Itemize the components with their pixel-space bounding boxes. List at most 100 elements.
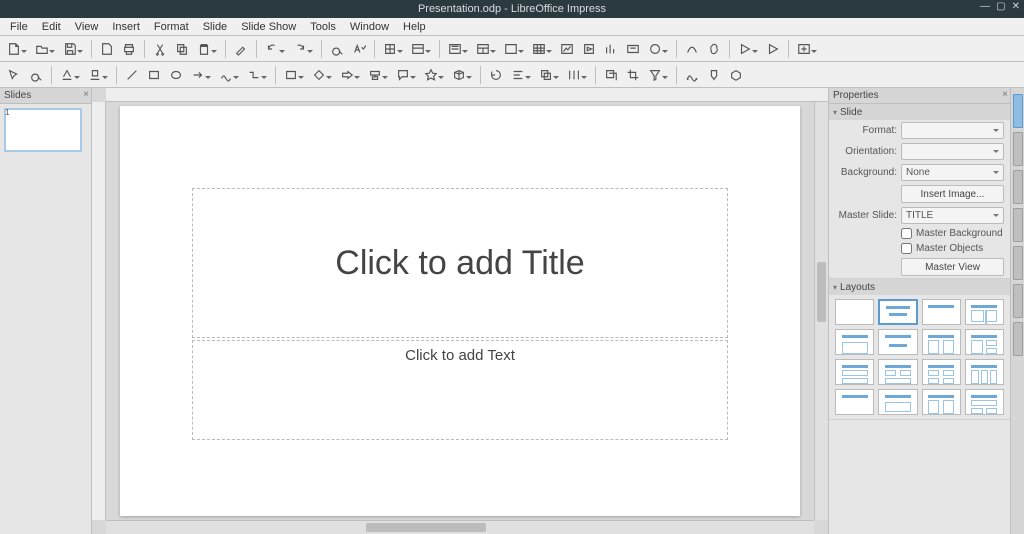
layout-option[interactable]: [878, 299, 917, 325]
save-icon[interactable]: [60, 39, 80, 59]
content-placeholder[interactable]: Click to add Text: [192, 340, 728, 440]
print-icon[interactable]: [119, 39, 139, 59]
zoom-pan-icon[interactable]: [26, 65, 46, 85]
menu-slide[interactable]: Slide: [197, 20, 233, 34]
connector-icon[interactable]: [244, 65, 264, 85]
window-maximize-icon[interactable]: ▢: [996, 1, 1005, 12]
export-pdf-icon[interactable]: [97, 39, 117, 59]
insert-image-button[interactable]: Insert Image...: [901, 185, 1004, 203]
copy-icon[interactable]: [172, 39, 192, 59]
align-icon[interactable]: [508, 65, 528, 85]
master-slide-icon[interactable]: [445, 39, 465, 59]
insert-table-icon[interactable]: [529, 39, 549, 59]
layout-option[interactable]: [965, 389, 1004, 415]
insert-av-icon[interactable]: [579, 39, 599, 59]
rect-icon[interactable]: [144, 65, 164, 85]
layout-option[interactable]: [965, 299, 1004, 325]
insert-special-icon[interactable]: [645, 39, 665, 59]
curve-icon[interactable]: [216, 65, 236, 85]
slide-section-header[interactable]: Slide: [829, 104, 1010, 120]
sidebar-tab-properties[interactable]: [1013, 94, 1023, 128]
new-icon[interactable]: [4, 39, 24, 59]
sidebar-tab-gallery[interactable]: [1013, 170, 1023, 204]
display-views-icon[interactable]: [408, 39, 428, 59]
layout-option[interactable]: [965, 329, 1004, 355]
rotate-icon[interactable]: [486, 65, 506, 85]
slide-canvas[interactable]: Click to add Title Click to add Text: [106, 102, 814, 520]
fontwork-icon[interactable]: [682, 39, 702, 59]
layout-option[interactable]: [922, 359, 961, 385]
layout-option[interactable]: [922, 299, 961, 325]
ellipse-icon[interactable]: [166, 65, 186, 85]
menu-window[interactable]: Window: [344, 20, 395, 34]
insert-image-icon[interactable]: [557, 39, 577, 59]
3d-objects-icon[interactable]: [449, 65, 469, 85]
find-icon[interactable]: [327, 39, 347, 59]
insert-textbox-icon[interactable]: [623, 39, 643, 59]
background-select[interactable]: None: [901, 164, 1004, 181]
menu-slide-show[interactable]: Slide Show: [235, 20, 302, 34]
layout-option[interactable]: [835, 359, 874, 385]
basic-shapes-icon[interactable]: [281, 65, 301, 85]
layout-option[interactable]: [965, 359, 1004, 385]
close-icon[interactable]: ×: [1002, 89, 1008, 100]
menu-help[interactable]: Help: [397, 20, 432, 34]
shadow-icon[interactable]: [601, 65, 621, 85]
menu-edit[interactable]: Edit: [36, 20, 67, 34]
start-first-icon[interactable]: [735, 39, 755, 59]
master-view-button[interactable]: Master View: [901, 258, 1004, 276]
master-background-checkbox[interactable]: [901, 228, 912, 239]
sidebar-tab-master[interactable]: [1013, 322, 1023, 356]
layout-option[interactable]: [878, 329, 917, 355]
hyperlink-icon[interactable]: [704, 39, 724, 59]
start-current-icon[interactable]: [763, 39, 783, 59]
arrow-icon[interactable]: [188, 65, 208, 85]
flowchart-icon[interactable]: [365, 65, 385, 85]
scrollbar-vertical[interactable]: [814, 102, 828, 520]
slide-layout-icon[interactable]: [473, 39, 493, 59]
clone-format-icon[interactable]: [231, 39, 251, 59]
window-minimize-icon[interactable]: —: [980, 1, 990, 12]
slide-thumbnail[interactable]: 1: [4, 108, 82, 152]
insert-chart-icon[interactable]: [601, 39, 621, 59]
grid-icon[interactable]: [380, 39, 400, 59]
spellcheck-icon[interactable]: [349, 39, 369, 59]
paste-icon[interactable]: [194, 39, 214, 59]
menu-tools[interactable]: Tools: [304, 20, 342, 34]
block-arrows-icon[interactable]: [337, 65, 357, 85]
master-objects-checkbox[interactable]: [901, 243, 912, 254]
orientation-select[interactable]: [901, 143, 1004, 160]
layout-option[interactable]: [835, 389, 874, 415]
arrange-icon[interactable]: [536, 65, 556, 85]
callouts-icon[interactable]: [393, 65, 413, 85]
crop-icon[interactable]: [623, 65, 643, 85]
line-color-icon[interactable]: [57, 65, 77, 85]
format-select[interactable]: [901, 122, 1004, 139]
scrollbar-horizontal[interactable]: [106, 520, 814, 534]
layout-option[interactable]: [835, 299, 874, 325]
extrusion-icon[interactable]: [726, 65, 746, 85]
symbol-shapes-icon[interactable]: [309, 65, 329, 85]
master-slide-select[interactable]: TITLE: [901, 207, 1004, 224]
layout-option[interactable]: [878, 389, 917, 415]
layout-option[interactable]: [835, 329, 874, 355]
menu-view[interactable]: View: [69, 20, 105, 34]
open-icon[interactable]: [32, 39, 52, 59]
new-slide-icon[interactable]: [794, 39, 814, 59]
menu-insert[interactable]: Insert: [106, 20, 146, 34]
menu-format[interactable]: Format: [148, 20, 195, 34]
sidebar-tab-transition[interactable]: [1013, 246, 1023, 280]
distribute-icon[interactable]: [564, 65, 584, 85]
slide-properties-icon[interactable]: [501, 39, 521, 59]
window-close-icon[interactable]: ✕: [1012, 1, 1020, 12]
close-icon[interactable]: ×: [83, 89, 89, 100]
layout-option[interactable]: [878, 359, 917, 385]
layout-option[interactable]: [922, 329, 961, 355]
sidebar-tab-navigator[interactable]: [1013, 208, 1023, 242]
layouts-section-header[interactable]: Layouts: [829, 279, 1010, 295]
sidebar-tab-animation[interactable]: [1013, 284, 1023, 318]
title-placeholder[interactable]: Click to add Title: [192, 188, 728, 338]
undo-icon[interactable]: [262, 39, 282, 59]
menu-file[interactable]: File: [4, 20, 34, 34]
slide[interactable]: Click to add Title Click to add Text: [120, 106, 800, 516]
